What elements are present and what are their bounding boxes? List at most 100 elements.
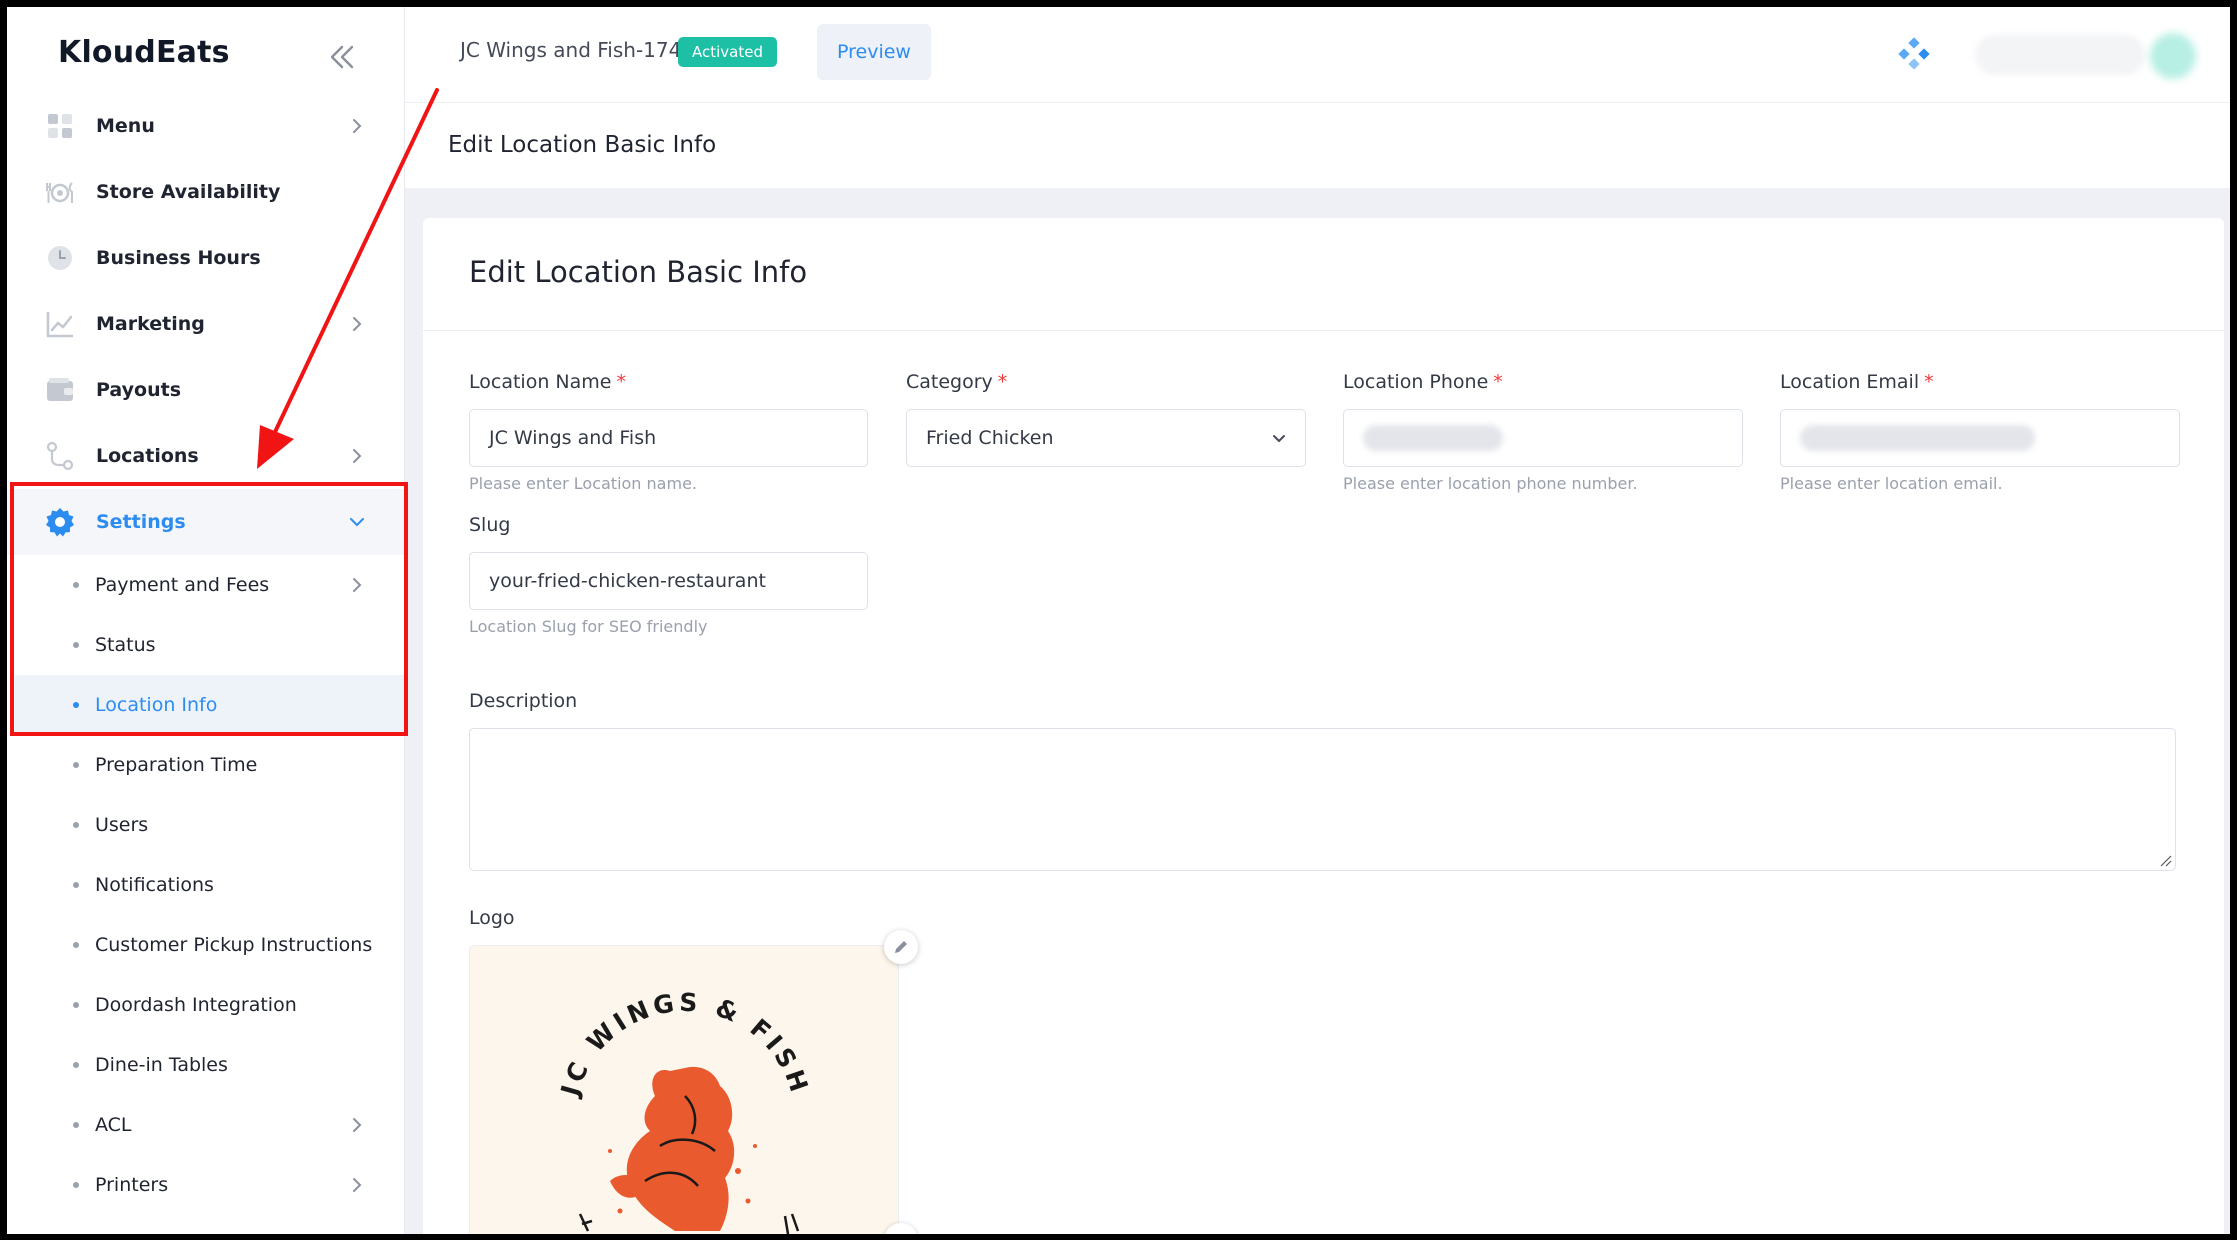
redacted-email-value — [1800, 425, 2035, 451]
slug-input[interactable]: your-fried-chicken-restaurant — [469, 552, 868, 610]
gear-icon — [46, 508, 74, 537]
slug-label: Slug — [469, 514, 511, 536]
sidebar-item-business-hours[interactable]: Business Hours — [7, 225, 405, 291]
location-email-help: Please enter location email. — [1780, 474, 2003, 493]
sidebar-subitem-payment-and-fees[interactable]: Payment and Fees — [15, 555, 405, 615]
logo-label: Logo — [469, 907, 515, 929]
locations-icon — [46, 441, 74, 471]
bullet-dot — [73, 1062, 79, 1068]
sidebar-item-marketing[interactable]: Marketing — [7, 291, 405, 357]
location-phone-input[interactable] — [1343, 409, 1743, 467]
category-label-text: Category — [906, 371, 993, 393]
sidebar-subitem-label: ACL — [95, 1114, 132, 1136]
sidebar-subitem-customer-pickup-instructions[interactable]: Customer Pickup Instructions — [15, 915, 405, 975]
sidebar-subitem-label: Payment and Fees — [95, 574, 270, 596]
redacted-phone-value — [1363, 425, 1503, 451]
chevron-right-icon — [353, 317, 362, 331]
sidebar-item-menu[interactable]: Menu — [7, 93, 405, 159]
chevron-down-icon — [1273, 435, 1285, 443]
sidebar-item-label: Store Availability — [96, 181, 281, 203]
sidebar-subitem-acl[interactable]: ACL — [15, 1095, 405, 1155]
avatar[interactable] — [2150, 33, 2196, 79]
sidebar-item-label: Menu — [96, 115, 155, 137]
sidebar-item-store-availability[interactable]: Store Availability — [7, 159, 405, 225]
chevron-right-icon — [353, 119, 362, 133]
bullet-dot — [73, 642, 79, 648]
bullet-dot — [73, 762, 79, 768]
sidebar-subitem-users[interactable]: Users — [15, 795, 405, 855]
sidebar-subitem-label: Notifications — [95, 874, 214, 896]
location-phone-label: Location Phone * — [1343, 371, 1503, 393]
location-name-label: Location Name * — [469, 371, 626, 393]
bullet-dot — [73, 942, 79, 948]
location-name-input[interactable]: JC Wings and Fish — [469, 409, 868, 467]
sidebar: KloudEats Menu Store Availability Busine… — [7, 7, 408, 1234]
required-marker: * — [616, 371, 626, 393]
sidebar-subitem-label: Preparation Time — [95, 754, 258, 776]
logo-preview: JC WINGS & FISH — [469, 945, 899, 1234]
category-label: Category * — [906, 371, 1007, 393]
chevron-right-icon — [353, 578, 362, 592]
sidebar-item-label: Locations — [96, 445, 199, 467]
location-name-help: Please enter Location name. — [469, 474, 697, 493]
user-menu[interactable] — [1975, 35, 2145, 75]
slug-value: your-fried-chicken-restaurant — [489, 570, 766, 592]
sidebar-subitem-label: Doordash Integration — [95, 994, 297, 1016]
sidebar-subitem-status[interactable]: Status — [15, 615, 405, 675]
sidebar-subitem-label: Status — [95, 634, 156, 656]
sidebar-item-label: Settings — [96, 511, 186, 533]
location-email-label-text: Location Email — [1780, 371, 1920, 393]
slug-help: Location Slug for SEO friendly — [469, 617, 708, 636]
store-name: JC Wings and Fish-174 — [460, 38, 682, 62]
kloud-diamond-icon[interactable] — [1897, 37, 1931, 71]
location-phone-help: Please enter location phone number. — [1343, 474, 1638, 493]
chevron-right-icon — [353, 1178, 362, 1192]
location-email-input[interactable] — [1780, 409, 2180, 467]
clock-icon — [48, 246, 72, 270]
sidebar-subitem-location-info[interactable]: Location Info — [15, 675, 405, 735]
location-email-label: Location Email * — [1780, 371, 1934, 393]
brand-logo: KloudEats — [58, 35, 230, 70]
close-icon — [894, 1233, 908, 1234]
required-marker: * — [997, 371, 1008, 393]
sidebar-subitem-dine-in-tables[interactable]: Dine-in Tables — [15, 1035, 405, 1095]
sidebar-item-payouts[interactable]: Payouts — [7, 357, 405, 423]
chevron-down-icon — [350, 518, 364, 527]
sidebar-subitem-label: Printers — [95, 1174, 169, 1196]
card-header: Edit Location Basic Info — [423, 218, 2224, 331]
sidebar-item-locations[interactable]: Locations — [7, 423, 405, 489]
bullet-dot — [73, 1002, 79, 1008]
required-marker: * — [1493, 371, 1503, 393]
store-availability-icon — [46, 182, 73, 203]
preview-button[interactable]: Preview — [817, 24, 931, 80]
app-window: KloudEats Menu Store Availability Busine… — [7, 7, 2230, 1234]
sidebar-subitem-label: Users — [95, 814, 149, 836]
bullet-dot — [73, 1122, 79, 1128]
bullet-dot — [73, 582, 79, 588]
category-select[interactable]: Fried Chicken — [906, 409, 1306, 467]
location-name-label-text: Location Name — [469, 371, 612, 393]
sidebar-subitem-notifications[interactable]: Notifications — [15, 855, 405, 915]
bullet-dot — [73, 882, 79, 888]
bullet-dot — [73, 702, 79, 708]
sidebar-subitem-label: Location Info — [95, 694, 218, 716]
sidebar-subitem-doordash-integration[interactable]: Doordash Integration — [15, 975, 405, 1035]
menu-grid-icon — [48, 114, 72, 138]
sidebar-subitem-printers[interactable]: Printers — [15, 1155, 405, 1215]
sidebar-subitem-label: Dine-in Tables — [95, 1054, 228, 1076]
collapse-sidebar-button[interactable] — [323, 39, 359, 75]
pencil-icon — [895, 941, 907, 953]
resize-handle-icon[interactable] — [2158, 853, 2172, 867]
status-badge: Activated — [678, 37, 777, 67]
chevron-right-icon — [353, 449, 362, 463]
sidebar-subitem-preparation-time[interactable]: Preparation Time — [15, 735, 405, 795]
location-name-value: JC Wings and Fish — [489, 427, 657, 449]
required-marker: * — [1924, 371, 1934, 393]
sidebar-item-label: Business Hours — [96, 247, 261, 269]
description-textarea[interactable] — [469, 728, 2176, 871]
bullet-dot — [73, 822, 79, 828]
edit-logo-button[interactable] — [884, 930, 918, 964]
location-phone-label-text: Location Phone — [1343, 371, 1489, 393]
sidebar-item-settings[interactable]: Settings — [7, 489, 405, 555]
chart-line-icon — [46, 312, 73, 338]
